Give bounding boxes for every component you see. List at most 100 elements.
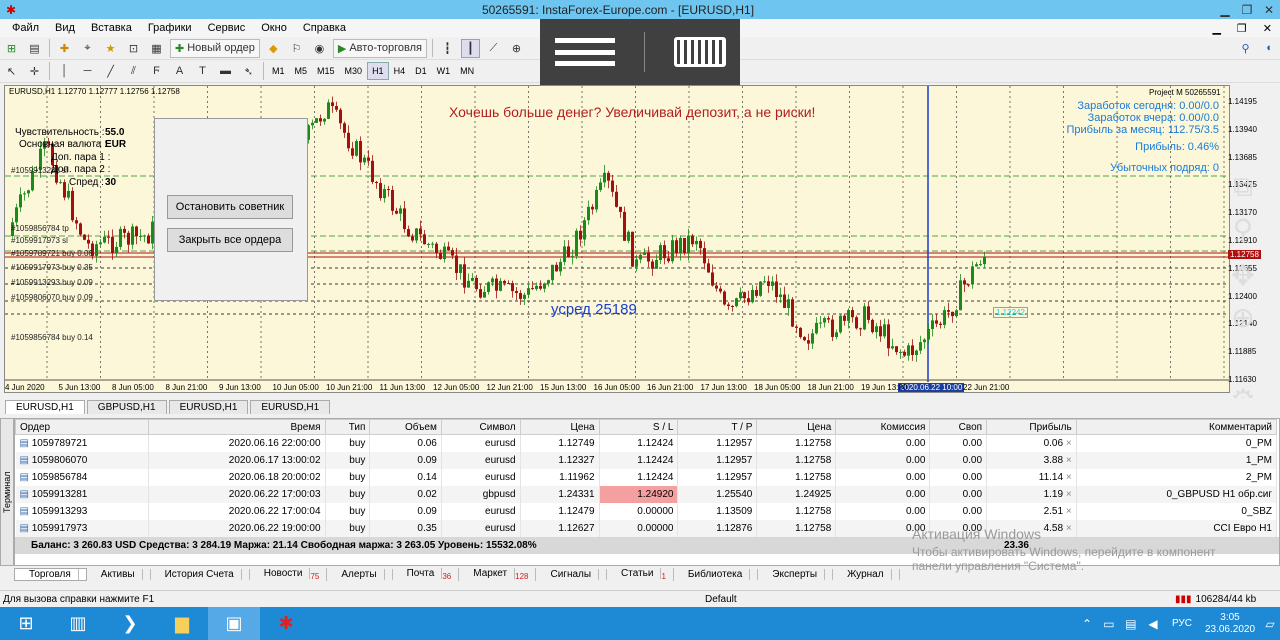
column-header[interactable]: Комиссия	[835, 419, 931, 435]
metatrader-icon[interactable]: ✱	[260, 607, 312, 640]
mql5-icon[interactable]: ⚐	[287, 39, 306, 58]
remote-desktop-icon[interactable]: ▣	[208, 607, 260, 640]
tray-up-icon[interactable]: ⌃	[1076, 607, 1098, 640]
table-row[interactable]: ▤ 1059856784 2020.06.18 20:00:02 buy 0.14 eu…	[15, 468, 1278, 486]
market-watch-icon[interactable]: ✚	[55, 39, 74, 58]
restore-icon[interactable]: ❐	[1236, 0, 1258, 19]
line-chart-icon[interactable]: ⟋	[484, 39, 503, 58]
terminal-tab[interactable]: История Счета	[151, 568, 250, 580]
navigator-icon[interactable]: ★	[101, 39, 120, 58]
fullscreen-icon[interactable]: ⧉	[1226, 170, 1260, 204]
minimize-icon[interactable]: ▁	[1214, 0, 1236, 19]
windows-start-icon[interactable]: ⊞	[0, 607, 52, 640]
tf-h4[interactable]: H4	[389, 62, 411, 80]
zoom-icon[interactable]: ⚲	[1226, 212, 1260, 246]
profiles-icon[interactable]: ▤	[25, 39, 44, 58]
mdi-close-icon[interactable]: ✕	[1255, 22, 1280, 35]
signals-icon[interactable]: ◉	[310, 39, 329, 58]
horizontal-line-icon[interactable]: ─	[78, 62, 97, 81]
tf-m1[interactable]: M1	[267, 62, 290, 80]
fibo-icon[interactable]: Ϝ	[147, 62, 166, 81]
crosshair-tool-icon[interactable]: ⊕	[1226, 300, 1260, 334]
terminal-tab[interactable]: Почта 36	[393, 567, 460, 581]
table-row[interactable]: ▤ 1059806070 2020.06.17 13:00:02 buy 0.09 eu…	[15, 451, 1278, 469]
column-header[interactable]: Тип	[324, 419, 371, 435]
terminal-tab[interactable]: Активы	[87, 568, 151, 580]
close-order-icon[interactable]: ×	[1063, 506, 1072, 517]
chat-icon[interactable]: ◖	[1259, 39, 1278, 58]
menu-window[interactable]: Окно	[253, 22, 295, 34]
chart-tab-eurusd-h1-3[interactable]: EURUSD,H1	[250, 400, 331, 414]
menu-file[interactable]: Файл	[0, 22, 47, 34]
input-language[interactable]: РУС	[1172, 618, 1192, 629]
table-row[interactable]: ▤ 1059789721 2020.06.16 22:00:00 buy 0.06 eu…	[15, 434, 1278, 452]
chart-tab-eurusd-h1[interactable]: EURUSD,H1	[5, 400, 85, 414]
column-header[interactable]: Своп	[929, 419, 988, 435]
rect-icon[interactable]: ▬	[216, 62, 235, 81]
bar-chart-icon[interactable]: ┇	[438, 39, 457, 58]
table-row[interactable]: ▤ 1059913293 2020.06.22 17:00:04 buy 0.09 eu…	[15, 502, 1278, 520]
clock[interactable]: 3:05 23.06.2020	[1200, 612, 1260, 636]
candle-chart-icon[interactable]: ┃	[460, 38, 480, 58]
tf-m30[interactable]: M30	[340, 62, 368, 80]
close-icon[interactable]: ✕	[1258, 0, 1280, 19]
powershell-icon[interactable]: ❯	[104, 607, 156, 640]
tray-volume-icon[interactable]: ◀	[1142, 607, 1164, 640]
close-order-icon[interactable]: ×	[1063, 489, 1072, 500]
tray-monitor-icon[interactable]: ▭	[1098, 607, 1120, 640]
tester-icon[interactable]: ▦	[147, 39, 166, 58]
stop-expert-button[interactable]: Остановить советник	[167, 195, 293, 219]
text-icon[interactable]: A	[170, 62, 189, 81]
tf-d1[interactable]: D1	[410, 62, 432, 80]
zoom-in-icon[interactable]: ⊕	[507, 39, 526, 58]
close-all-orders-button[interactable]: Закрыть все ордера	[167, 228, 293, 252]
tf-m5[interactable]: M5	[290, 62, 313, 80]
column-header[interactable]: Комментарий	[1075, 419, 1278, 435]
menu-help[interactable]: Справка	[295, 22, 354, 34]
trendline-icon[interactable]: ╱	[101, 62, 120, 81]
arrows-icon[interactable]: ➴	[239, 62, 258, 81]
tf-m15[interactable]: M15	[312, 62, 340, 80]
terminal-icon[interactable]: ⊡	[124, 39, 143, 58]
column-header[interactable]: Время	[148, 419, 326, 435]
pan-icon[interactable]: ✥	[1226, 258, 1260, 292]
menu-charts[interactable]: Графики	[140, 22, 200, 34]
tf-h1[interactable]: H1	[367, 62, 389, 80]
keyboard-icon[interactable]	[673, 37, 726, 67]
terminal-tab[interactable]: Новости 75	[250, 567, 328, 581]
chart-tab-eurusd-h1-2[interactable]: EURUSD,H1	[168, 400, 249, 414]
autotrading-button[interactable]: ▶ Авто-торговля	[332, 38, 427, 58]
terminal-tab[interactable]: Эксперты	[758, 568, 834, 580]
table-row[interactable]: ▤ 1059913281 2020.06.22 17:00:03 buy 0.02 gb…	[15, 485, 1278, 503]
menu-icon[interactable]	[554, 34, 615, 70]
tf-w1[interactable]: W1	[432, 62, 456, 80]
column-header[interactable]: Цена	[756, 419, 837, 435]
menu-tools[interactable]: Сервис	[200, 22, 254, 34]
column-header[interactable]: S / L	[598, 419, 679, 435]
metaeditor-icon[interactable]: ◆	[264, 39, 283, 58]
chart-tab-gbpusd-h1[interactable]: GBPUSD,H1	[86, 400, 167, 414]
close-order-icon[interactable]: ×	[1063, 455, 1072, 466]
tray-network-icon[interactable]: ▤	[1120, 607, 1142, 640]
mdi-restore-icon[interactable]: ❐	[1229, 22, 1255, 35]
column-header[interactable]: Прибыль	[986, 419, 1077, 435]
column-header[interactable]: Объем	[369, 419, 442, 435]
mdi-minimize-icon[interactable]: ▁	[1204, 22, 1228, 35]
terminal-tab[interactable]: Торговля	[14, 567, 87, 581]
cursor-icon[interactable]: ↖	[2, 62, 21, 81]
tf-mn[interactable]: MN	[455, 62, 479, 80]
menu-view[interactable]: Вид	[47, 22, 83, 34]
new-order-button[interactable]: ✚ Новый ордер	[170, 38, 260, 58]
terminal-tab[interactable]: Алерты	[327, 568, 393, 580]
column-header[interactable]: Ордер	[14, 419, 150, 435]
terminal-tab[interactable]: Сигналы	[536, 568, 608, 580]
text-label-icon[interactable]: T	[193, 62, 212, 81]
terminal-tab[interactable]: Журнал	[833, 568, 900, 580]
close-order-icon[interactable]: ×	[1063, 472, 1072, 483]
menu-insert[interactable]: Вставка	[83, 22, 140, 34]
close-order-icon[interactable]: ×	[1063, 438, 1072, 449]
search-icon[interactable]: ⚲	[1236, 39, 1255, 58]
channel-icon[interactable]: ⫽	[124, 62, 143, 81]
vertical-line-icon[interactable]: │	[55, 62, 74, 81]
crosshair-icon[interactable]: ✛	[25, 62, 44, 81]
